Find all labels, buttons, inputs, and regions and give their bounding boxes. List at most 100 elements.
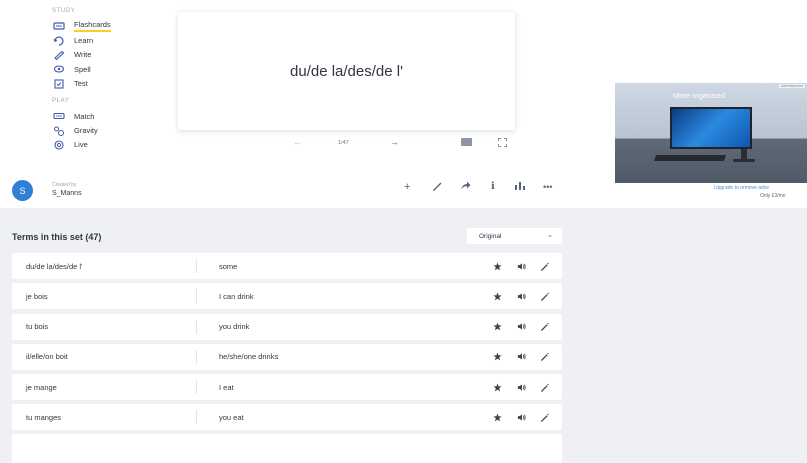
keyboard-shortcuts-icon[interactable] (461, 138, 472, 146)
table-row: tu bois you drink (12, 313, 562, 340)
star-icon[interactable] (492, 321, 502, 333)
previous-card-arrow-icon[interactable]: ← (293, 137, 302, 147)
advertisement-banner[interactable]: Advertisement More organised (615, 83, 807, 183)
info-icon[interactable]: ℹ (491, 180, 495, 194)
definition-text: he/she/one drinks (219, 352, 279, 362)
avatar[interactable]: S (12, 180, 33, 201)
terms-list: du/de la/des/de l' some je bois I can drink… (12, 253, 562, 435)
chevron-down-icon: ⌄ (547, 232, 553, 239)
column-divider (196, 289, 197, 304)
term-text: il/elle/on boit (26, 352, 68, 362)
nav-label: Flashcards (74, 20, 111, 33)
upgrade-link[interactable]: Upgrade to remove adve (714, 185, 769, 191)
table-row: je bois I can drink (12, 283, 562, 310)
nav-label: Gravity (74, 126, 98, 136)
flashcard-term: du/de la/des/de l' (290, 62, 403, 80)
creator-name[interactable]: S_Manns (52, 190, 82, 197)
term-text: du/de la/des/de l' (26, 261, 83, 271)
column-divider (196, 380, 197, 395)
nav-live[interactable]: Live (52, 138, 162, 152)
ad-keyboard-image (653, 155, 727, 161)
match-icon (52, 111, 66, 121)
add-to-folder-icon[interactable]: + (404, 180, 410, 194)
definition-text: you drink (219, 322, 250, 332)
nav-label: Match (74, 111, 95, 121)
created-by-label: Created by (52, 182, 77, 188)
table-row: je mange I eat (12, 374, 562, 401)
term-text: tu manges (26, 412, 62, 422)
study-mode-sidebar: STUDY Flashcards Learn Write Spell Test … (52, 6, 162, 152)
nav-label: Write (74, 50, 92, 60)
edit-icon[interactable] (539, 411, 549, 423)
test-icon (52, 79, 66, 89)
more-options-icon[interactable]: ••• (543, 180, 552, 194)
definition-text: I eat (219, 382, 234, 392)
learn-icon (52, 35, 66, 46)
flashcards-icon (52, 21, 66, 31)
nav-write[interactable]: Write (52, 48, 162, 62)
table-row: il/elle/on boit he/she/one drinks (12, 343, 562, 370)
column-divider (196, 349, 197, 364)
audio-icon[interactable] (516, 351, 526, 363)
flashcard[interactable]: du/de la/des/de l' (178, 12, 515, 130)
live-icon (52, 140, 66, 150)
definition-text: some (219, 261, 238, 271)
spell-icon (52, 64, 66, 74)
edit-icon[interactable] (539, 260, 549, 272)
edit-icon[interactable] (539, 290, 549, 302)
share-icon[interactable] (460, 180, 471, 195)
terms-title: Terms in this set (47) (12, 232, 102, 242)
ad-monitor-base (733, 159, 755, 162)
stats-icon[interactable] (514, 180, 526, 195)
table-row: du/de la/des/de l' some (12, 253, 562, 279)
star-icon[interactable] (492, 260, 502, 272)
audio-icon[interactable] (516, 290, 526, 302)
audio-icon[interactable] (516, 381, 526, 393)
audio-icon[interactable] (516, 411, 526, 423)
study-section-label: STUDY (52, 8, 76, 14)
sort-dropdown[interactable]: Original ⌄ (467, 228, 562, 244)
column-divider (196, 259, 197, 273)
nav-label: Live (74, 140, 88, 150)
star-icon[interactable] (492, 290, 502, 302)
edit-icon[interactable] (539, 351, 549, 363)
star-icon[interactable] (492, 411, 502, 423)
ad-monitor-image (670, 107, 752, 149)
nav-spell[interactable]: Spell (52, 62, 162, 76)
ad-headline: More organised (673, 91, 726, 100)
star-icon[interactable] (492, 381, 502, 393)
play-section-label: PLAY (52, 97, 70, 104)
ad-price: Only £3/mo (760, 193, 786, 199)
term-text: je bois (26, 291, 48, 301)
star-icon[interactable] (492, 351, 502, 363)
edit-icon[interactable] (539, 321, 549, 333)
audio-icon[interactable] (516, 321, 526, 333)
card-counter: 1/47 (338, 140, 349, 146)
study-area: STUDY Flashcards Learn Write Spell Test … (0, 0, 807, 208)
nav-label: Learn (74, 36, 94, 46)
nav-gravity[interactable]: Gravity (52, 123, 162, 137)
definition-text: you eat (219, 412, 244, 422)
sort-value: Original (479, 232, 502, 240)
term-text: je mange (26, 382, 57, 392)
fullscreen-icon[interactable] (498, 138, 507, 147)
next-card-arrow-icon[interactable]: → (390, 137, 399, 147)
column-divider (196, 410, 197, 425)
gravity-icon (52, 126, 66, 136)
edit-set-icon[interactable] (432, 180, 443, 195)
nav-flashcards[interactable]: Flashcards (52, 19, 162, 33)
definition-text: I can drink (219, 291, 254, 301)
table-row: tu manges you eat (12, 404, 562, 431)
nav-test[interactable]: Test (52, 77, 162, 91)
terms-list-footer (12, 434, 562, 463)
audio-icon[interactable] (516, 260, 526, 272)
ad-tag: Advertisement (778, 84, 805, 88)
nav-match[interactable]: Match (52, 109, 162, 123)
edit-icon[interactable] (539, 381, 549, 393)
column-divider (196, 319, 197, 334)
nav-label: Test (74, 79, 88, 89)
write-icon (52, 50, 66, 60)
nav-label: Spell (74, 64, 91, 74)
nav-learn[interactable]: Learn (52, 33, 162, 47)
term-text: tu bois (26, 322, 49, 332)
